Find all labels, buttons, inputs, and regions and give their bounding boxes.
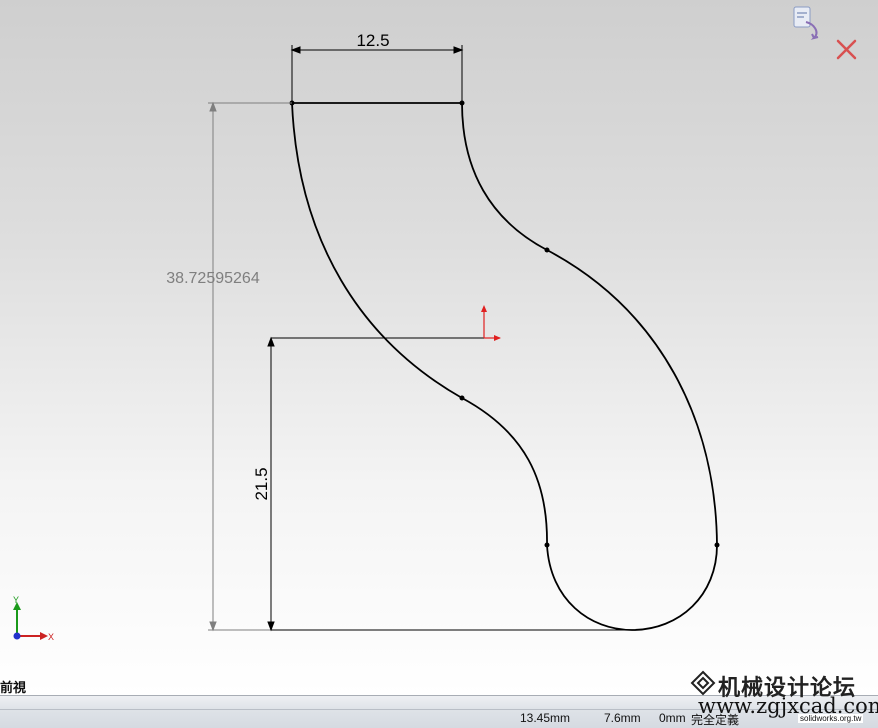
right-outer-spline[interactable] [546,249,718,546]
view-triad-icon [13,602,48,640]
dimension-text-width[interactable]: 12.5 [356,31,389,50]
status-y-coordinate: 7.6mm [604,711,641,725]
status-z-coordinate: 0mm [659,711,686,725]
dimension-text-height[interactable]: 38.72595264 [166,270,260,287]
view-orientation-label: 前視 [0,680,27,695]
spline-point [544,542,550,548]
spline-point [459,395,465,401]
triad-x-label: X [48,632,54,642]
sketch-origin-icon [481,305,501,341]
sketch-points [289,100,720,548]
graphics-area[interactable]: 12.5 38.72595264 21.5 Y X 前視 [0,0,878,695]
dimension-12.5[interactable] [290,45,464,103]
right-upper-spline[interactable] [461,102,548,251]
sketch-canvas[interactable]: 12.5 38.72595264 21.5 Y X [0,0,878,695]
spline-point [714,542,720,548]
dimension-38.7[interactable] [208,101,292,632]
left-outer-spline[interactable] [291,102,463,399]
site-watermark: 机械设计论坛 www.zgjxcad.com solidworks.org.tw [688,666,878,727]
sketch-profile[interactable] [291,102,718,631]
dimension-text-offset[interactable]: 21.5 [252,467,271,500]
cancel-corner-icon[interactable] [836,39,857,60]
triad-y-label: Y [13,595,19,605]
watermark-small-url: solidworks.org.tw [798,714,864,723]
spline-point [544,247,550,253]
bottom-arc[interactable] [546,544,718,631]
left-lower-spline[interactable] [461,397,548,546]
confirm-corner-icon[interactable] [793,6,819,40]
status-x-coordinate: 13.45mm [520,711,571,725]
watermark-logo-icon [690,670,716,696]
